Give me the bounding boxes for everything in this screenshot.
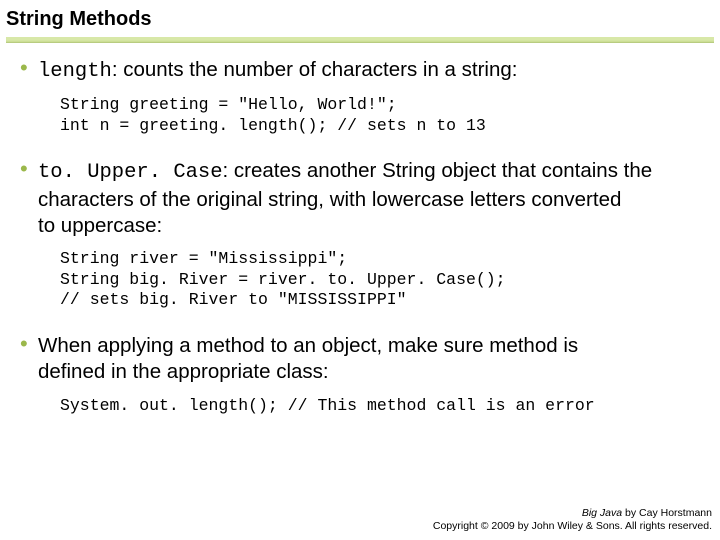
method-name-length: length bbox=[38, 60, 112, 83]
footer-copyright: Copyright © 2009 by John Wiley & Sons. A… bbox=[433, 520, 712, 534]
code-block-length: String greeting = "Hello, World!"; int n… bbox=[38, 85, 702, 150]
bullet-line1: When applying a method to an object, mak… bbox=[38, 334, 578, 357]
bullet-item-error: When applying a method to an object, mak… bbox=[18, 333, 702, 430]
title-underline bbox=[6, 37, 714, 43]
method-name-touppercase: to. Upper. Case bbox=[38, 161, 223, 184]
bullet-rest-line2: characters of the original string, with … bbox=[38, 188, 621, 211]
bullet-rest-line3: to uppercase: bbox=[38, 214, 162, 237]
footer-line1: Big Java by Cay Horstmann bbox=[433, 507, 712, 521]
bullet-text: When applying a method to an object, mak… bbox=[38, 333, 702, 385]
footer: Big Java by Cay Horstmann Copyright © 20… bbox=[433, 507, 712, 534]
slide-title: String Methods bbox=[0, 0, 720, 37]
slide-content: length: counts the number of characters … bbox=[0, 57, 720, 430]
bullet-line2: defined in the appropriate class: bbox=[38, 360, 329, 383]
bullet-list: length: counts the number of characters … bbox=[18, 57, 702, 430]
footer-book-title: Big Java bbox=[582, 507, 622, 519]
code-block-error: System. out. length(); // This method ca… bbox=[38, 386, 702, 431]
bullet-item-length: length: counts the number of characters … bbox=[18, 57, 702, 150]
bullet-text: length: counts the number of characters … bbox=[38, 57, 702, 85]
code-block-touppercase: String river = "Mississippi"; String big… bbox=[38, 239, 702, 325]
bullet-item-touppercase: to. Upper. Case: creates another String … bbox=[18, 158, 702, 325]
bullet-text: to. Upper. Case: creates another String … bbox=[38, 158, 702, 239]
bullet-rest: : counts the number of characters in a s… bbox=[112, 58, 518, 81]
footer-author: by Cay Horstmann bbox=[622, 507, 712, 519]
bullet-rest-line1: : creates another String object that con… bbox=[223, 159, 653, 182]
